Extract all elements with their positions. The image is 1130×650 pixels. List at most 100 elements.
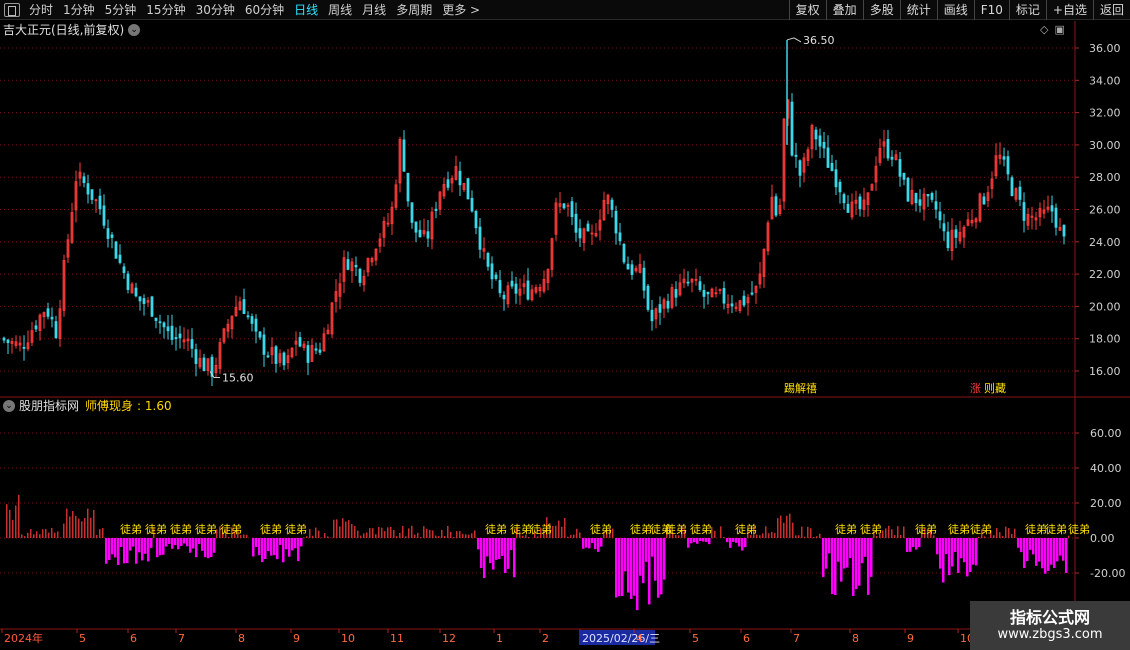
- candle-body: [686, 281, 690, 284]
- disciple-label: 徒弟: [915, 522, 937, 536]
- price-axis-label: 16.00: [1089, 365, 1121, 378]
- indicator-bar-positive: [60, 537, 62, 538]
- indicator-bar-negative: [822, 538, 825, 578]
- disciple-label: 徒弟: [735, 522, 757, 536]
- indicator-axis-label: 60.00: [1090, 427, 1122, 440]
- indicator-bar-negative: [852, 538, 855, 596]
- candle-body: [826, 147, 830, 168]
- indicator-bar-positive: [999, 532, 1001, 538]
- candle-body: [1010, 177, 1014, 197]
- candle-body: [622, 243, 626, 263]
- candle-body: [586, 223, 590, 232]
- indicator-bar-negative: [597, 538, 600, 552]
- indicator-bar-negative: [279, 538, 282, 545]
- price-axis-label: 32.00: [1089, 107, 1121, 120]
- indicator-bar-negative: [111, 538, 114, 555]
- indicator-bar-positive: [408, 528, 410, 538]
- indicator-source[interactable]: 股朋指标网: [19, 398, 79, 414]
- indicator-bar-positive: [27, 532, 29, 538]
- candle-body: [190, 339, 194, 349]
- indicator-bar-negative: [171, 538, 174, 549]
- indicator-bar-negative: [627, 538, 630, 593]
- candle-body: [954, 229, 958, 238]
- indicator-bar-negative: [657, 538, 660, 598]
- indicator-bar-negative: [270, 538, 273, 556]
- indicator-bar-negative: [960, 538, 963, 559]
- indicator-bar-negative: [1023, 538, 1026, 569]
- candle-body: [730, 303, 734, 307]
- indicator-bar-negative: [120, 538, 123, 547]
- chevron-down-icon[interactable]: ⌄: [128, 24, 141, 36]
- candle-body: [150, 296, 154, 317]
- indicator-bar-positive: [327, 536, 329, 538]
- indicator-bar-positive: [456, 531, 458, 538]
- chevron-down-icon[interactable]: ⌄: [3, 400, 15, 412]
- indicator-bar-negative: [951, 538, 954, 567]
- candle-body: [930, 193, 934, 200]
- indicator-bar-positive: [783, 522, 785, 538]
- indicator-bar-positive: [1002, 536, 1004, 538]
- indicator-bar-negative: [162, 538, 165, 555]
- indicator-bar-positive: [792, 522, 794, 538]
- indicator-bar-positive: [567, 536, 569, 538]
- indicator-bar-negative: [906, 538, 909, 553]
- indicator-bar-positive: [312, 535, 314, 538]
- signal-label-1: 踢解禧: [784, 381, 817, 395]
- indicator-bar-negative: [633, 538, 636, 596]
- indicator-bar-negative: [156, 538, 159, 558]
- candle-body: [914, 192, 918, 204]
- indicator-bar-positive: [528, 537, 530, 538]
- candle-body: [1054, 207, 1058, 228]
- indicator-bar-positive: [996, 527, 998, 538]
- indicator-bar-negative: [138, 538, 141, 553]
- candle-body: [274, 346, 278, 364]
- date-label: 6: [130, 632, 137, 645]
- indicator-bar-positive: [447, 525, 449, 538]
- indicator-bar-positive: [795, 535, 797, 538]
- diamond-icon[interactable]: ◇: [1040, 23, 1048, 37]
- disciple-label: 徒弟: [1068, 522, 1090, 536]
- date-label: 7: [793, 632, 800, 645]
- indicator-bar-negative: [168, 538, 171, 544]
- indicator-bar-negative: [273, 538, 276, 556]
- price-panel-title[interactable]: 吉大正元(日线,前复权) ⌄: [3, 22, 141, 38]
- indicator-bar-positive: [423, 526, 425, 538]
- window-close-icon[interactable]: ▣: [1054, 23, 1064, 37]
- price-axis-label: 18.00: [1089, 333, 1121, 346]
- indicator-bar-negative: [975, 538, 978, 566]
- indicator-bar-positive: [612, 528, 614, 538]
- candle-body: [166, 326, 170, 332]
- indicator-bar-negative: [510, 538, 513, 550]
- indicator-bar-positive: [351, 523, 353, 538]
- candle-body: [306, 345, 310, 363]
- indicator-bar-positive: [816, 536, 818, 538]
- panel-controls: ◇ ▣: [1040, 23, 1065, 37]
- candle-body: [102, 205, 106, 226]
- candle-body: [742, 295, 746, 306]
- indicator-bar-negative: [945, 538, 948, 555]
- indicator-bar-positive: [333, 519, 335, 538]
- indicator-bar-negative: [177, 538, 180, 550]
- indicator-bar-negative: [648, 538, 651, 605]
- indicator-bar-positive: [897, 526, 899, 538]
- indicator-bar-negative: [207, 538, 210, 559]
- indicator-bar-positive: [1005, 526, 1007, 538]
- candle-body: [1022, 202, 1026, 221]
- indicator-bar-negative: [507, 538, 510, 569]
- indicator-bar-positive: [993, 535, 995, 538]
- candle-body: [982, 196, 986, 205]
- indicator-bar-negative: [636, 538, 639, 611]
- indicator-bar-negative: [855, 538, 858, 590]
- indicator-bar-positive: [15, 505, 17, 538]
- disciple-label: 徒弟: [530, 522, 552, 536]
- candle-body: [794, 154, 798, 157]
- indicator-bar-positive: [6, 504, 8, 538]
- candle-body: [574, 213, 578, 233]
- indicator-bar-positive: [339, 526, 341, 538]
- kline-chart[interactable]: 36.00 34.00 32.00 30.00 28.00 26.00 24.00 22.00…: [0, 0, 1130, 650]
- indicator-bar-negative: [843, 538, 846, 569]
- candle-body: [110, 234, 114, 238]
- indicator-bar-negative: [726, 538, 729, 543]
- indicator-bar-positive: [804, 536, 806, 538]
- indicator-bar-positive: [891, 529, 893, 538]
